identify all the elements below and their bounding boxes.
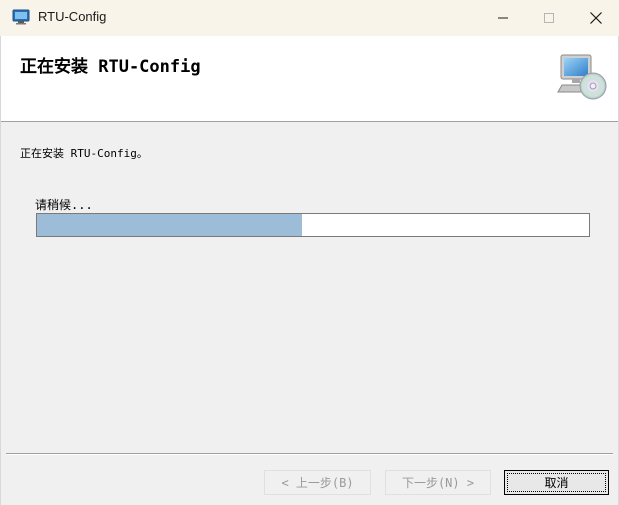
install-progress-bar bbox=[36, 213, 590, 237]
window-title: RTU-Config bbox=[38, 9, 107, 24]
installer-computer-icon bbox=[12, 9, 30, 25]
wait-label: 请稍候... bbox=[35, 198, 93, 212]
install-progress-fill bbox=[37, 214, 302, 236]
installer-window: RTU-Config 正在安装 RTU-Config 正在安装 RTU-Conf… bbox=[0, 0, 619, 505]
maximize-icon bbox=[543, 12, 555, 24]
minimize-button[interactable] bbox=[480, 0, 526, 36]
footer-divider bbox=[6, 453, 613, 455]
computer-disc-icon bbox=[557, 52, 607, 102]
minimize-icon bbox=[497, 12, 509, 24]
header-banner: 正在安装 RTU-Config bbox=[0, 36, 619, 122]
back-button[interactable]: < 上一步(B) bbox=[264, 470, 371, 495]
status-message: 正在安装 RTU-Config。 bbox=[20, 147, 148, 160]
cancel-button[interactable]: 取消 bbox=[504, 470, 609, 495]
window-left-border bbox=[0, 36, 1, 505]
maximize-button[interactable] bbox=[526, 0, 572, 36]
next-button[interactable]: 下一步(N) > bbox=[385, 470, 491, 495]
close-button[interactable] bbox=[573, 0, 619, 36]
page-title: 正在安装 RTU-Config bbox=[20, 57, 201, 77]
close-icon bbox=[589, 11, 603, 25]
title-bar[interactable]: RTU-Config bbox=[0, 0, 619, 36]
